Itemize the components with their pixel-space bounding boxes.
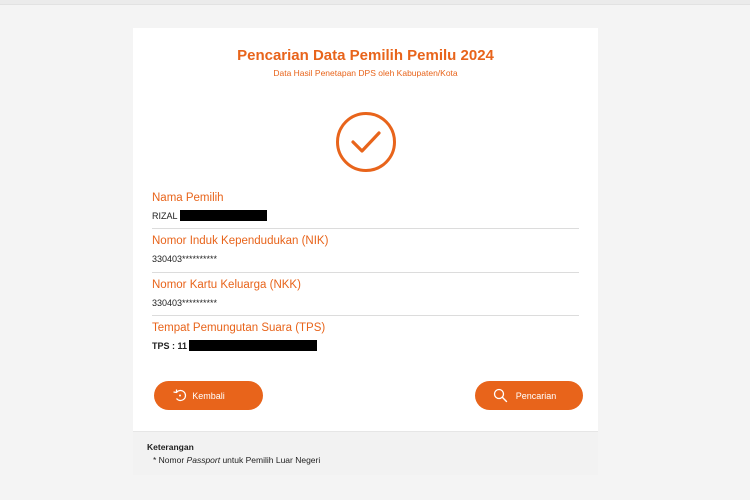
- field-label: Tempat Pemungutan Suara (TPS): [152, 322, 326, 334]
- back-button[interactable]: Kembali: [154, 381, 263, 410]
- note-prefix: * Nomor: [153, 455, 187, 465]
- footer-heading: Keterangan: [147, 442, 194, 452]
- footer-note: * Nomor Passport untuk Pemilih Luar Nege…: [153, 455, 320, 465]
- page-title: Pencarian Data Pemilih Pemilu 2024: [237, 47, 494, 64]
- divider: [152, 228, 579, 229]
- result-card: Pencarian Data Pemilih Pemilu 2024 Data …: [133, 28, 598, 431]
- field-label: Nomor Induk Kependudukan (NIK): [152, 235, 329, 247]
- field-nik: Nomor Induk Kependudukan (NIK) 330403***…: [152, 235, 579, 264]
- field-value: TPS : 11: [152, 340, 579, 351]
- field-label: Nomor Kartu Keluarga (NKK): [152, 279, 301, 291]
- tps-value: TPS : 11: [152, 340, 188, 351]
- field-value: 330403**********: [152, 297, 218, 308]
- back-button-label: Kembali: [192, 390, 225, 401]
- redaction-bar: [189, 340, 318, 351]
- page-subtitle: Data Hasil Penetapan DPS oleh Kabupaten/…: [273, 68, 458, 78]
- redaction-bar: [179, 210, 267, 221]
- field-nkk: Nomor Kartu Keluarga (NKK) 330403*******…: [152, 279, 579, 308]
- divider: [152, 315, 579, 316]
- check-circle-icon: [336, 112, 396, 172]
- footer-info: Keterangan * Nomor Passport untuk Pemili…: [133, 431, 598, 475]
- field-nama-pemilih: Nama Pemilih RIZAL: [152, 192, 579, 221]
- divider: [152, 272, 579, 273]
- note-italic: Passport: [186, 455, 221, 465]
- field-tps: Tempat Pemungutan Suara (TPS) TPS : 11: [152, 322, 579, 351]
- field-value: 330403**********: [152, 253, 218, 264]
- browser-top-edge: [0, 0, 750, 5]
- search-button-label: Pencarian: [515, 390, 557, 401]
- field-label: Nama Pemilih: [152, 192, 224, 204]
- field-value: RIZAL: [152, 210, 579, 221]
- search-button[interactable]: Pencarian: [475, 381, 583, 410]
- voter-name: RIZAL: [152, 210, 178, 221]
- note-suffix: untuk Pemilih Luar Negeri: [220, 455, 321, 465]
